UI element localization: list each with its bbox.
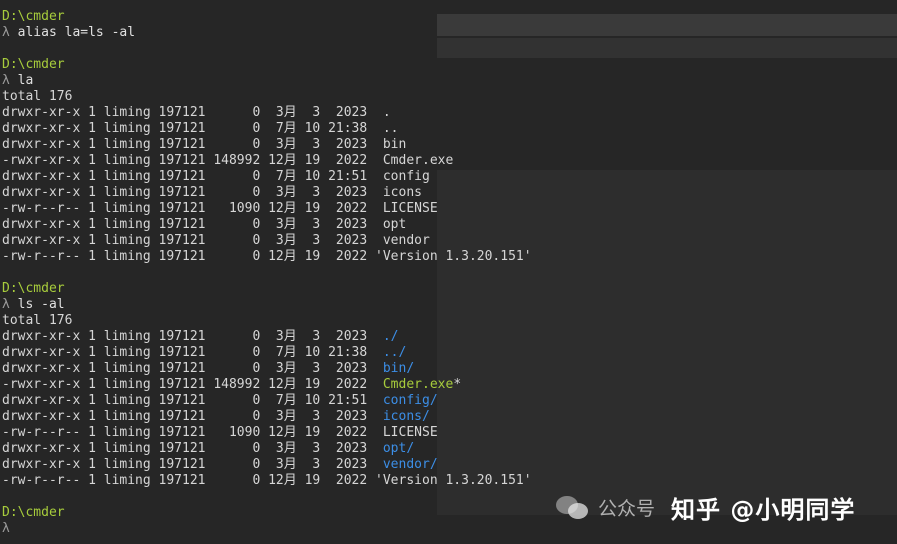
terminal-text: λ (2, 297, 18, 312)
terminal-line: drwxr-xr-x 1 liming 197121 0 7月 10 21:51… (2, 393, 532, 409)
terminal-text: D:\cmder (2, 505, 65, 520)
terminal-line: -rw-r--r-- 1 liming 197121 0 12月 19 2022… (2, 249, 532, 265)
terminal-line: drwxr-xr-x 1 liming 197121 0 3月 3 2023 .… (2, 329, 532, 345)
terminal-text: opt/ (382, 441, 415, 456)
terminal-line: drwxr-xr-x 1 liming 197121 0 3月 3 2023 b… (2, 361, 532, 377)
wechat-icon (556, 494, 590, 520)
terminal-text: D:\cmder (2, 281, 65, 296)
terminal-text: -rw-r--r-- 1 liming 197121 0 12月 19 2022… (2, 249, 532, 264)
terminal-line: drwxr-xr-x 1 liming 197121 0 7月 10 21:38… (2, 121, 532, 137)
terminal-text: alias la=ls -al (17, 25, 136, 40)
terminal-output[interactable]: D:\cmder λ alias la=ls -al D:\cmder λ la to… (2, 9, 532, 537)
terminal-text: -rwxr-xr-x 1 liming 197121 148992 12月 19… (2, 377, 383, 392)
terminal-text: la (17, 73, 34, 88)
terminal-line: total 176 (2, 89, 532, 105)
terminal-text: drwxr-xr-x 1 liming 197121 0 7月 10 21:38 (2, 345, 383, 360)
terminal-text: drwxr-xr-x 1 liming 197121 0 7月 10 21:51 (2, 393, 383, 408)
terminal-line: drwxr-xr-x 1 liming 197121 0 3月 3 2023 b… (2, 137, 532, 153)
terminal-line: λ alias la=ls -al (2, 25, 532, 41)
terminal-text: drwxr-xr-x 1 liming 197121 0 3月 3 2023 v… (2, 233, 430, 248)
terminal-text: Cmder.exe (382, 377, 454, 392)
terminal-text: drwxr-xr-x 1 liming 197121 0 7月 10 21:51… (2, 169, 430, 184)
terminal-line: drwxr-xr-x 1 liming 197121 0 3月 3 2023 i… (2, 185, 532, 201)
terminal-line: -rwxr-xr-x 1 liming 197121 148992 12月 19… (2, 153, 532, 169)
terminal-line: -rw-r--r-- 1 liming 197121 1090 12月 19 2… (2, 425, 532, 441)
terminal-line: -rw-r--r-- 1 liming 197121 0 12月 19 2022… (2, 473, 532, 489)
terminal-text: total 176 (2, 89, 73, 104)
terminal-text: -rwxr-xr-x 1 liming 197121 148992 12月 19… (2, 153, 454, 168)
terminal-text: ../ (382, 345, 407, 360)
terminal-line: λ (2, 521, 532, 537)
terminal-line: drwxr-xr-x 1 liming 197121 0 3月 3 2023 . (2, 105, 532, 121)
terminal-line: λ la (2, 73, 532, 89)
terminal-text: λ (2, 73, 18, 88)
terminal-line: drwxr-xr-x 1 liming 197121 0 7月 10 21:51… (2, 169, 532, 185)
terminal-line: drwxr-xr-x 1 liming 197121 0 7月 10 21:38… (2, 345, 532, 361)
terminal-line: drwxr-xr-x 1 liming 197121 0 3月 3 2023 o… (2, 217, 532, 233)
terminal-line: D:\cmder (2, 505, 532, 521)
watermark: 公众号 知乎 @小明同学 (556, 490, 855, 524)
terminal-text: drwxr-xr-x 1 liming 197121 0 3月 3 2023 (2, 409, 383, 424)
terminal-line: -rwxr-xr-x 1 liming 197121 148992 12月 19… (2, 377, 532, 393)
terminal-text: bin/ (382, 361, 415, 376)
terminal-line: -rw-r--r-- 1 liming 197121 1090 12月 19 2… (2, 201, 532, 217)
terminal-line: drwxr-xr-x 1 liming 197121 0 3月 3 2023 o… (2, 441, 532, 457)
terminal-text: λ (2, 521, 10, 536)
terminal-text: ./ (382, 329, 399, 344)
terminal-text: total 176 (2, 313, 73, 328)
terminal-line: drwxr-xr-x 1 liming 197121 0 3月 3 2023 i… (2, 409, 532, 425)
terminal-text: vendor/ (382, 457, 438, 472)
terminal-text: drwxr-xr-x 1 liming 197121 0 3月 3 2023 (2, 329, 383, 344)
terminal-line: D:\cmder (2, 9, 532, 25)
terminal-text: ls -al (17, 297, 65, 312)
watermark-account-label: 公众号 (598, 497, 656, 520)
terminal-text: drwxr-xr-x 1 liming 197121 0 3月 3 2023 i… (2, 185, 422, 200)
terminal-text: drwxr-xr-x 1 liming 197121 0 3月 3 2023 o… (2, 217, 407, 232)
watermark-author: 知乎 @小明同学 (671, 495, 856, 524)
terminal-text: drwxr-xr-x 1 liming 197121 0 3月 3 2023 (2, 441, 383, 456)
terminal-text: drwxr-xr-x 1 liming 197121 0 3月 3 2023 b… (2, 137, 407, 152)
terminal-text: drwxr-xr-x 1 liming 197121 0 3月 3 2023 (2, 457, 383, 472)
terminal-line: D:\cmder (2, 57, 532, 73)
terminal-text: drwxr-xr-x 1 liming 197121 0 3月 3 2023 . (2, 105, 391, 120)
terminal-text: -rw-r--r-- 1 liming 197121 0 12月 19 2022… (2, 473, 532, 488)
terminal-line: drwxr-xr-x 1 liming 197121 0 3月 3 2023 v… (2, 457, 532, 473)
terminal-text: λ (2, 25, 18, 40)
terminal-text: D:\cmder (2, 9, 65, 24)
terminal-text: icons/ (382, 409, 430, 424)
terminal-line: drwxr-xr-x 1 liming 197121 0 3月 3 2023 v… (2, 233, 532, 249)
terminal-line: D:\cmder (2, 281, 532, 297)
terminal-text: -rw-r--r-- 1 liming 197121 1090 12月 19 2… (2, 201, 438, 216)
terminal-text: * (453, 377, 462, 392)
terminal-text: drwxr-xr-x 1 liming 197121 0 7月 10 21:38… (2, 121, 399, 136)
terminal-line: total 176 (2, 313, 532, 329)
terminal-line: λ ls -al (2, 297, 532, 313)
terminal-text: D:\cmder (2, 57, 65, 72)
terminal-text: config/ (382, 393, 438, 408)
terminal-text: drwxr-xr-x 1 liming 197121 0 3月 3 2023 (2, 361, 383, 376)
terminal-text: -rw-r--r-- 1 liming 197121 1090 12月 19 2… (2, 425, 438, 440)
